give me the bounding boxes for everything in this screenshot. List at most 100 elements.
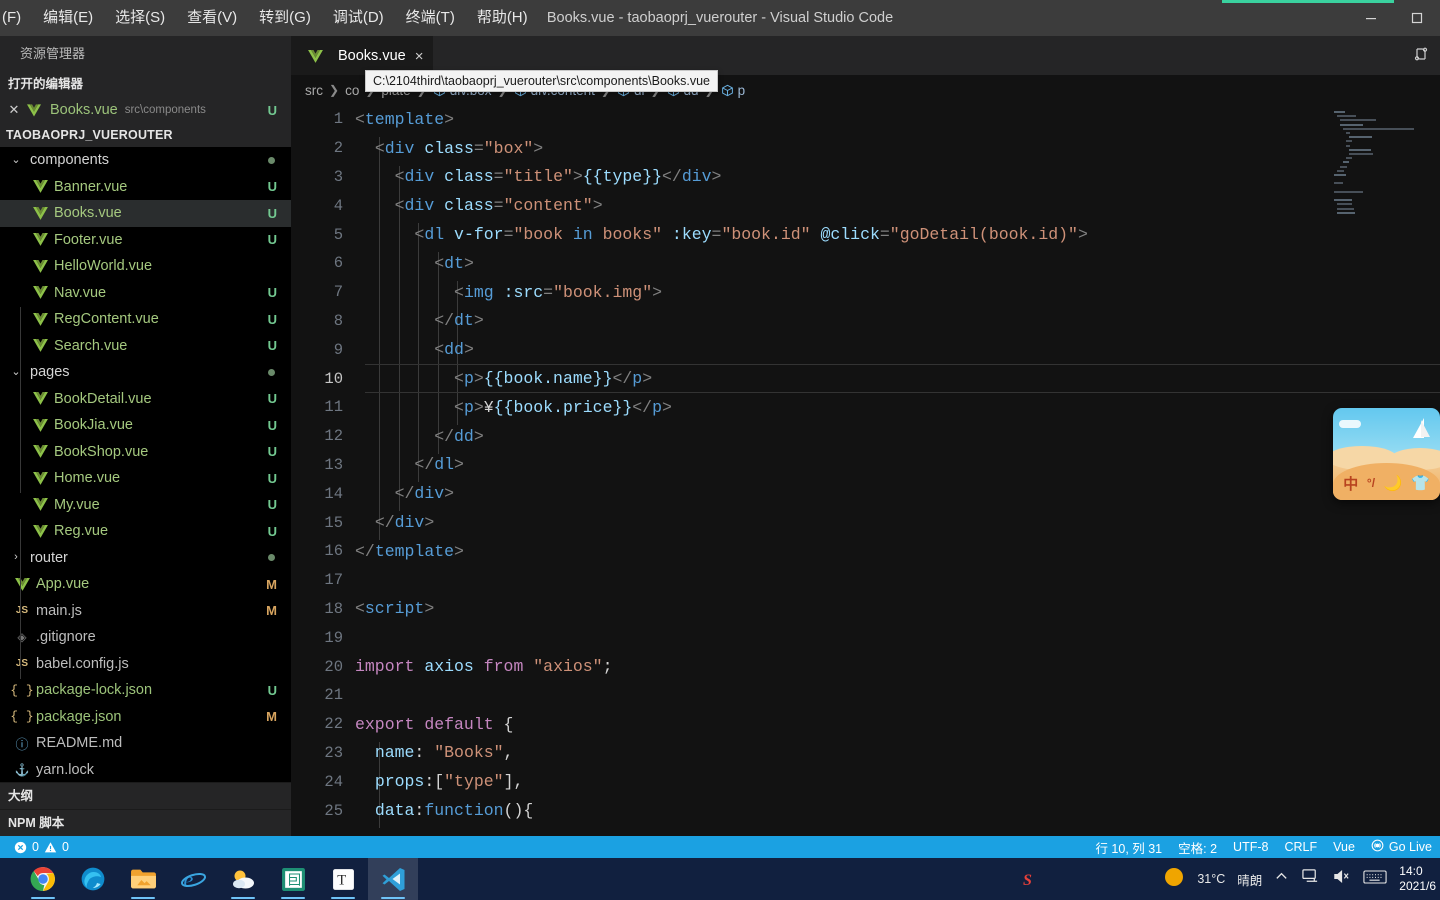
minimize-button[interactable] [1348, 0, 1394, 36]
breadcrumb-item[interactable]: co [345, 83, 359, 98]
tree-file[interactable]: { } package-lock.json U [0, 677, 291, 704]
code-line[interactable]: 22 export default { [291, 710, 1440, 739]
cursor-position[interactable]: 行 10, 列 31 [1095, 838, 1162, 857]
code-line[interactable]: 9 <dd> [291, 335, 1440, 364]
tree-file[interactable]: { } package.json M [0, 704, 291, 731]
menu-item-6[interactable]: 终端(T) [395, 0, 466, 36]
tree-file[interactable]: Home.vue U [0, 465, 291, 492]
chevron-down-icon[interactable]: ⌄ [8, 154, 24, 166]
network-icon[interactable] [1301, 868, 1320, 890]
code-line[interactable]: 16 </template> [291, 537, 1440, 566]
taskbar-chrome[interactable] [18, 858, 68, 900]
code-line[interactable]: 21 [291, 681, 1440, 710]
status-problems[interactable]: 0 0 [0, 840, 69, 854]
file-tree[interactable]: ⌄ components Banner.vue U Books.vue U Footer.v… [0, 147, 291, 783]
code-line[interactable]: 5 <dl v-for="book in books" :key="book.i… [291, 220, 1440, 249]
code-line[interactable]: 11 <p>¥{{book.price}}</p> [291, 393, 1440, 422]
menu-item-5[interactable]: 调试(D) [322, 0, 395, 36]
menu-item-2[interactable]: 选择(S) [104, 0, 176, 36]
ime-punctuation-button[interactable]: °/ [1367, 476, 1375, 490]
taskbar-wps-writer[interactable]: 囙 [268, 858, 318, 900]
tree-file[interactable]: App.vue M [0, 571, 291, 598]
menu-item-3[interactable]: 查看(V) [176, 0, 248, 36]
close-icon[interactable]: ✕ [4, 102, 24, 118]
tree-folder[interactable]: › router [0, 545, 291, 572]
go-live-button[interactable]: Go Live [1371, 839, 1432, 855]
ime-chinese-mode-button[interactable]: 中 [1343, 473, 1358, 494]
code-line[interactable]: 23 name: "Books", [291, 739, 1440, 768]
tree-folder[interactable]: ⌄ pages [0, 359, 291, 386]
code-line[interactable]: 25 data:function(){ [291, 796, 1440, 825]
code-line[interactable]: 2 <div class="box"> [291, 134, 1440, 163]
open-editors-header[interactable]: 打开的编辑器 [0, 71, 291, 97]
taskbar-vscode[interactable] [368, 858, 418, 900]
breadcrumb[interactable]: src❯co❯plate❯div.box❯div.content❯dl❯dd❯p… [291, 70, 1440, 105]
code-line[interactable]: 18 <script> [291, 595, 1440, 624]
tree-file[interactable]: ⓘ README.md [0, 730, 291, 757]
maximize-button[interactable] [1394, 0, 1440, 36]
code-line[interactable]: 3 <div class="title">{{type}}</div> [291, 163, 1440, 192]
code-line[interactable]: 4 <div class="content"> [291, 191, 1440, 220]
breadcrumb-item[interactable]: p [721, 83, 745, 98]
sogou-ime-floating-bar[interactable]: 中 °/ 🌙 👕 [1333, 408, 1440, 500]
taskbar-edge[interactable] [68, 858, 118, 900]
code-line[interactable]: 10 <p>{{book.name}}</p> [291, 364, 1440, 393]
ime-buttons[interactable]: 中 °/ 🌙 👕 [1333, 470, 1440, 496]
taskbar-file-explorer[interactable] [118, 858, 168, 900]
tree-file[interactable]: My.vue U [0, 492, 291, 519]
tree-file[interactable]: JS main.js M [0, 598, 291, 625]
clock[interactable]: 14:0 2021/6 [1399, 864, 1436, 894]
code-line[interactable]: 24 props:["type"], [291, 767, 1440, 796]
weather-description[interactable]: 晴朗 [1237, 870, 1262, 889]
taskbar-weather[interactable] [218, 858, 268, 900]
chevron-down-icon[interactable]: ⌄ [8, 366, 24, 378]
tree-file[interactable]: ⚓ yarn.lock [0, 757, 291, 784]
code-lines[interactable]: 1 <template> 2 <div class="box"> 3 <div cla… [291, 105, 1440, 825]
menu-item-0[interactable]: (F) [0, 0, 32, 36]
tree-file[interactable]: BookJia.vue U [0, 412, 291, 439]
code-line[interactable]: 1 <template> [291, 105, 1440, 134]
code-line[interactable]: 20 import axios from "axios"; [291, 652, 1440, 681]
tree-file[interactable]: RegContent.vue U [0, 306, 291, 333]
language-mode[interactable]: Vue [1333, 840, 1355, 854]
taskbar-apps[interactable]: e 囙 T [0, 858, 418, 900]
tree-file[interactable]: Banner.vue U [0, 174, 291, 201]
tree-file[interactable]: Reg.vue U [0, 518, 291, 545]
keyboard-icon[interactable] [1363, 869, 1387, 890]
code-line[interactable]: 13 </dl> [291, 451, 1440, 480]
weather-sun-icon[interactable] [1163, 866, 1185, 893]
open-editor-item[interactable]: ✕ Books.vue src\components U [0, 97, 291, 123]
code-line[interactable]: 14 </div> [291, 479, 1440, 508]
code-line[interactable]: 12 </dd> [291, 422, 1440, 451]
menu-item-4[interactable]: 转到(G) [248, 0, 322, 36]
taskbar-typora[interactable]: T [318, 858, 368, 900]
breadcrumb-item[interactable]: src [305, 83, 323, 98]
menu-item-1[interactable]: 编辑(E) [32, 0, 104, 36]
tree-file[interactable]: Search.vue U [0, 333, 291, 360]
menu-bar[interactable]: (F) 编辑(E) 选择(S) 查看(V) 转到(G) 调试(D) 终端(T) 帮助(H) [0, 0, 539, 36]
chevron-right-icon[interactable]: › [8, 552, 24, 563]
ime-skin-shirt-icon[interactable]: 👕 [1411, 474, 1430, 492]
split-editor-icon[interactable] [1412, 45, 1430, 68]
tree-file[interactable]: Books.vue U [0, 200, 291, 227]
code-line[interactable]: 19 [291, 623, 1440, 652]
npm-scripts-section[interactable]: NPM 脚本 [0, 809, 291, 836]
tree-file[interactable]: ◈ .gitignore [0, 624, 291, 651]
sogou-ime-icon[interactable]: S [1020, 868, 1042, 895]
tree-file[interactable]: BookShop.vue U [0, 439, 291, 466]
tree-folder[interactable]: ⌄ components [0, 147, 291, 174]
encoding[interactable]: UTF-8 [1233, 840, 1268, 854]
close-icon[interactable]: × [415, 49, 424, 64]
code-line[interactable]: 8 </dt> [291, 307, 1440, 336]
code-line[interactable]: 6 <dt> [291, 249, 1440, 278]
tree-file[interactable]: JS babel.config.js [0, 651, 291, 678]
code-line[interactable]: 17 [291, 566, 1440, 595]
code-line[interactable]: 15 </div> [291, 508, 1440, 537]
tree-file[interactable]: HelloWorld.vue [0, 253, 291, 280]
code-editor[interactable]: 1 <template> 2 <div class="box"> 3 <div cla… [291, 105, 1440, 836]
project-root-header[interactable]: TAOBAOPRJ_VUEROUTER [0, 123, 291, 147]
chevron-up-icon[interactable] [1274, 869, 1289, 889]
ime-moon-icon[interactable]: 🌙 [1384, 474, 1403, 492]
volume-muted-icon[interactable] [1332, 868, 1351, 890]
weather-temperature[interactable]: 31°C [1197, 872, 1225, 886]
